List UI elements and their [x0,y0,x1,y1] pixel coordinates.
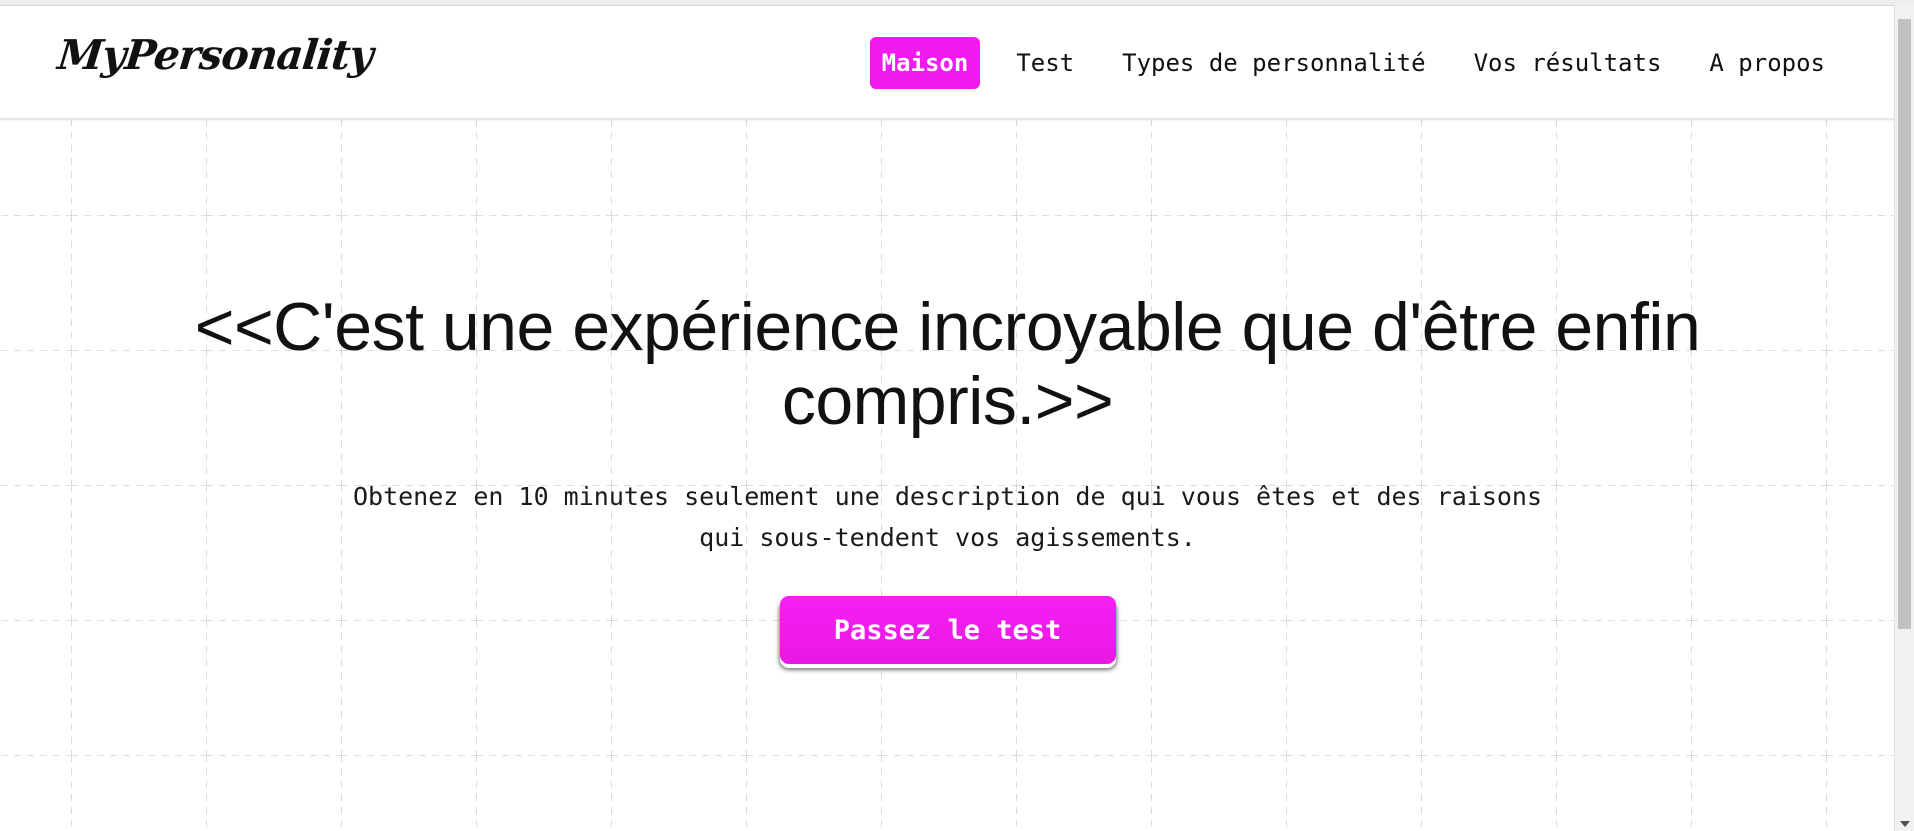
browser-top-strip [0,0,1914,6]
hero-subtitle: Obtenez en 10 minutes seulement une desc… [298,476,1598,558]
page: MyPersonality Maison Test Types de perso… [0,0,1895,831]
nav-item-a-propos[interactable]: A propos [1697,37,1837,89]
vertical-scrollbar[interactable] [1894,5,1914,831]
nav-item-test[interactable]: Test [1004,37,1086,89]
hero-subtitle-line-2: qui sous-tendent vos agissements. [699,523,1196,552]
site-header: MyPersonality Maison Test Types de perso… [0,5,1895,120]
site-logo[interactable]: MyPersonality [55,31,374,79]
nav-item-maison[interactable]: Maison [869,37,981,89]
hero-title: <<C'est une expérience incroyable que d'… [194,289,1701,439]
nav-item-vos-resultats[interactable]: Vos résultats [1462,37,1674,89]
scroll-down-arrow-icon[interactable] [1900,821,1910,827]
hero-section: <<C'est une expérience incroyable que d'… [0,290,1895,664]
take-test-button[interactable]: Passez le test [779,596,1116,664]
scrollbar-thumb[interactable] [1898,19,1911,629]
hero-subtitle-line-1: Obtenez en 10 minutes seulement une desc… [352,482,1543,511]
main-nav: Maison Test Types de personnalité Vos ré… [869,37,1837,89]
nav-item-types-de-personnalite[interactable]: Types de personnalité [1110,37,1437,89]
